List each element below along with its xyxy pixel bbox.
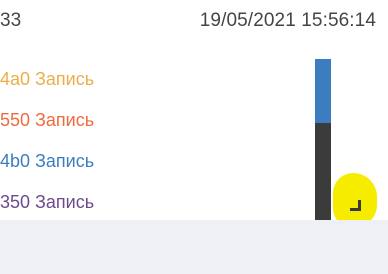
scrollbar-track[interactable] xyxy=(315,59,331,220)
resize-corner-icon[interactable] xyxy=(350,200,361,211)
scrollbar-thumb[interactable] xyxy=(315,59,331,123)
timestamp: 19/05/2021 15:56:14 xyxy=(199,10,376,31)
list-item[interactable]: 550 Запись xyxy=(0,107,94,133)
footer-strip xyxy=(0,220,388,274)
list-item[interactable]: 350 Запись xyxy=(0,189,94,215)
log-panel: 33 19/05/2021 15:56:14 4a0 Запись 550 За… xyxy=(0,0,388,227)
resize-handle-highlight[interactable] xyxy=(333,173,377,227)
record-id: 33 xyxy=(0,10,22,31)
list-item[interactable]: 4b0 Запись xyxy=(0,148,94,174)
list-item[interactable]: 4a0 Запись xyxy=(0,66,94,92)
